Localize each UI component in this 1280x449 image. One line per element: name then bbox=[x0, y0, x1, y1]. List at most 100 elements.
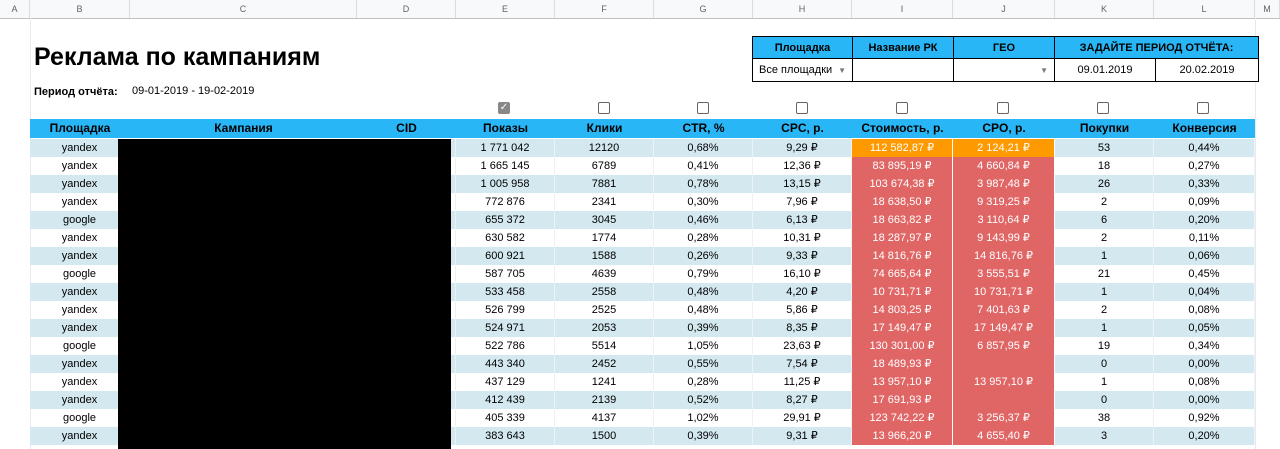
cell-impressions[interactable]: 1 771 042 bbox=[456, 139, 555, 157]
cell-cpo[interactable]: 13 957,10 ₽ bbox=[953, 373, 1055, 391]
cell-purchases[interactable]: 26 bbox=[1055, 175, 1154, 193]
column-header-m[interactable]: M bbox=[1255, 0, 1280, 18]
cell-ctr[interactable]: 0,48% bbox=[654, 283, 753, 301]
cell-impressions[interactable]: 1 665 145 bbox=[456, 157, 555, 175]
cell-cpc[interactable]: 11,25 ₽ bbox=[753, 373, 852, 391]
cell-impressions[interactable]: 412 439 bbox=[456, 391, 555, 409]
cell-cost[interactable]: 18 638,50 ₽ bbox=[852, 193, 953, 211]
cell-cost[interactable]: 17 691,93 ₽ bbox=[852, 391, 953, 409]
cell-purchases[interactable]: 1 bbox=[1055, 283, 1154, 301]
cell-cpo[interactable]: 9 143,99 ₽ bbox=[953, 229, 1055, 247]
checkbox-purchases[interactable] bbox=[1097, 102, 1109, 114]
cell-platform[interactable]: yandex bbox=[30, 391, 130, 409]
column-header-l[interactable]: L bbox=[1154, 0, 1255, 18]
cell-impressions[interactable]: 587 705 bbox=[456, 265, 555, 283]
cell-conversion[interactable]: 0,00% bbox=[1154, 391, 1255, 409]
column-header-d[interactable]: D bbox=[357, 0, 456, 18]
cell-conversion[interactable]: 0,00% bbox=[1154, 355, 1255, 373]
cell-conversion[interactable]: 0,04% bbox=[1154, 283, 1255, 301]
cell-cpc[interactable]: 5,86 ₽ bbox=[753, 301, 852, 319]
cell-cpo[interactable]: 6 857,95 ₽ bbox=[953, 337, 1055, 355]
cell-purchases[interactable]: 21 bbox=[1055, 265, 1154, 283]
cell-ctr[interactable]: 0,52% bbox=[654, 391, 753, 409]
cell-cpo[interactable]: 9 319,25 ₽ bbox=[953, 193, 1055, 211]
checkbox-cost[interactable] bbox=[896, 102, 908, 114]
cell-cpc[interactable]: 9,33 ₽ bbox=[753, 247, 852, 265]
cell-cost[interactable]: 123 742,22 ₽ bbox=[852, 409, 953, 427]
cell-impressions[interactable]: 443 340 bbox=[456, 355, 555, 373]
cell-clicks[interactable]: 2558 bbox=[555, 283, 654, 301]
cell-clicks[interactable]: 1774 bbox=[555, 229, 654, 247]
cell-cost[interactable]: 18 287,97 ₽ bbox=[852, 229, 953, 247]
cell-platform[interactable]: yandex bbox=[30, 175, 130, 193]
cell-purchases[interactable]: 19 bbox=[1055, 337, 1154, 355]
cell-clicks[interactable]: 4639 bbox=[555, 265, 654, 283]
cell-ctr[interactable]: 0,26% bbox=[654, 247, 753, 265]
cell-impressions[interactable]: 526 799 bbox=[456, 301, 555, 319]
cell-conversion[interactable]: 0,44% bbox=[1154, 139, 1255, 157]
checkbox-conversion[interactable] bbox=[1197, 102, 1209, 114]
cell-ctr[interactable]: 0,28% bbox=[654, 229, 753, 247]
cell-cpc[interactable]: 12,36 ₽ bbox=[753, 157, 852, 175]
cell-conversion[interactable]: 0,11% bbox=[1154, 229, 1255, 247]
column-header-j[interactable]: J bbox=[953, 0, 1055, 18]
cell-clicks[interactable]: 3045 bbox=[555, 211, 654, 229]
checkbox-ctr[interactable] bbox=[697, 102, 709, 114]
cell-platform[interactable]: google bbox=[30, 265, 130, 283]
cell-conversion[interactable]: 0,06% bbox=[1154, 247, 1255, 265]
cell-conversion[interactable]: 0,33% bbox=[1154, 175, 1255, 193]
cell-cost[interactable]: 14 803,25 ₽ bbox=[852, 301, 953, 319]
cell-cpc[interactable]: 13,15 ₽ bbox=[753, 175, 852, 193]
cell-cpc[interactable]: 9,31 ₽ bbox=[753, 427, 852, 445]
cell-cost[interactable]: 13 966,20 ₽ bbox=[852, 427, 953, 445]
cell-clicks[interactable]: 1500 bbox=[555, 427, 654, 445]
cell-platform[interactable]: yandex bbox=[30, 355, 130, 373]
cell-conversion[interactable]: 0,08% bbox=[1154, 301, 1255, 319]
cell-cost[interactable]: 74 665,64 ₽ bbox=[852, 265, 953, 283]
column-header-k[interactable]: K bbox=[1055, 0, 1154, 18]
cell-cpc[interactable]: 7,54 ₽ bbox=[753, 355, 852, 373]
cell-conversion[interactable]: 0,05% bbox=[1154, 319, 1255, 337]
cell-purchases[interactable]: 2 bbox=[1055, 193, 1154, 211]
cell-impressions[interactable]: 630 582 bbox=[456, 229, 555, 247]
cell-clicks[interactable]: 7881 bbox=[555, 175, 654, 193]
cell-cost[interactable]: 10 731,71 ₽ bbox=[852, 283, 953, 301]
cell-cpo[interactable]: 7 401,63 ₽ bbox=[953, 301, 1055, 319]
cell-platform[interactable]: yandex bbox=[30, 139, 130, 157]
cell-cpo[interactable]: 3 987,48 ₽ bbox=[953, 175, 1055, 193]
cell-clicks[interactable]: 6789 bbox=[555, 157, 654, 175]
cell-impressions[interactable]: 383 643 bbox=[456, 427, 555, 445]
cell-clicks[interactable]: 2525 bbox=[555, 301, 654, 319]
cell-ctr[interactable]: 0,28% bbox=[654, 373, 753, 391]
checkbox-cpc[interactable] bbox=[796, 102, 808, 114]
column-header-e[interactable]: E bbox=[456, 0, 555, 18]
cell-cpo[interactable]: 10 731,71 ₽ bbox=[953, 283, 1055, 301]
column-header-f[interactable]: F bbox=[555, 0, 654, 18]
column-header-h[interactable]: H bbox=[753, 0, 852, 18]
cell-clicks[interactable]: 2341 bbox=[555, 193, 654, 211]
cell-purchases[interactable]: 3 bbox=[1055, 427, 1154, 445]
cell-platform[interactable]: yandex bbox=[30, 301, 130, 319]
column-header-g[interactable]: G bbox=[654, 0, 753, 18]
cell-cpc[interactable]: 6,13 ₽ bbox=[753, 211, 852, 229]
platform-dropdown[interactable]: Все площадки ▼ bbox=[753, 59, 853, 81]
cell-cost[interactable]: 112 582,87 ₽ bbox=[852, 139, 953, 157]
cell-impressions[interactable]: 437 129 bbox=[456, 373, 555, 391]
cell-cpo[interactable]: 3 110,64 ₽ bbox=[953, 211, 1055, 229]
cell-platform[interactable]: google bbox=[30, 337, 130, 355]
column-header-b[interactable]: B bbox=[30, 0, 130, 18]
cell-impressions[interactable]: 772 876 bbox=[456, 193, 555, 211]
cell-conversion[interactable]: 0,20% bbox=[1154, 427, 1255, 445]
cell-impressions[interactable]: 524 971 bbox=[456, 319, 555, 337]
cell-platform[interactable]: yandex bbox=[30, 319, 130, 337]
checkbox-clicks[interactable] bbox=[598, 102, 610, 114]
checkbox-cpo[interactable] bbox=[997, 102, 1009, 114]
cell-cpc[interactable]: 29,91 ₽ bbox=[753, 409, 852, 427]
cell-impressions[interactable]: 405 339 bbox=[456, 409, 555, 427]
cell-cost[interactable]: 18 489,93 ₽ bbox=[852, 355, 953, 373]
cell-purchases[interactable]: 0 bbox=[1055, 355, 1154, 373]
cell-impressions[interactable]: 600 921 bbox=[456, 247, 555, 265]
column-header-c[interactable]: C bbox=[130, 0, 357, 18]
cell-clicks[interactable]: 4137 bbox=[555, 409, 654, 427]
cell-impressions[interactable]: 655 372 bbox=[456, 211, 555, 229]
